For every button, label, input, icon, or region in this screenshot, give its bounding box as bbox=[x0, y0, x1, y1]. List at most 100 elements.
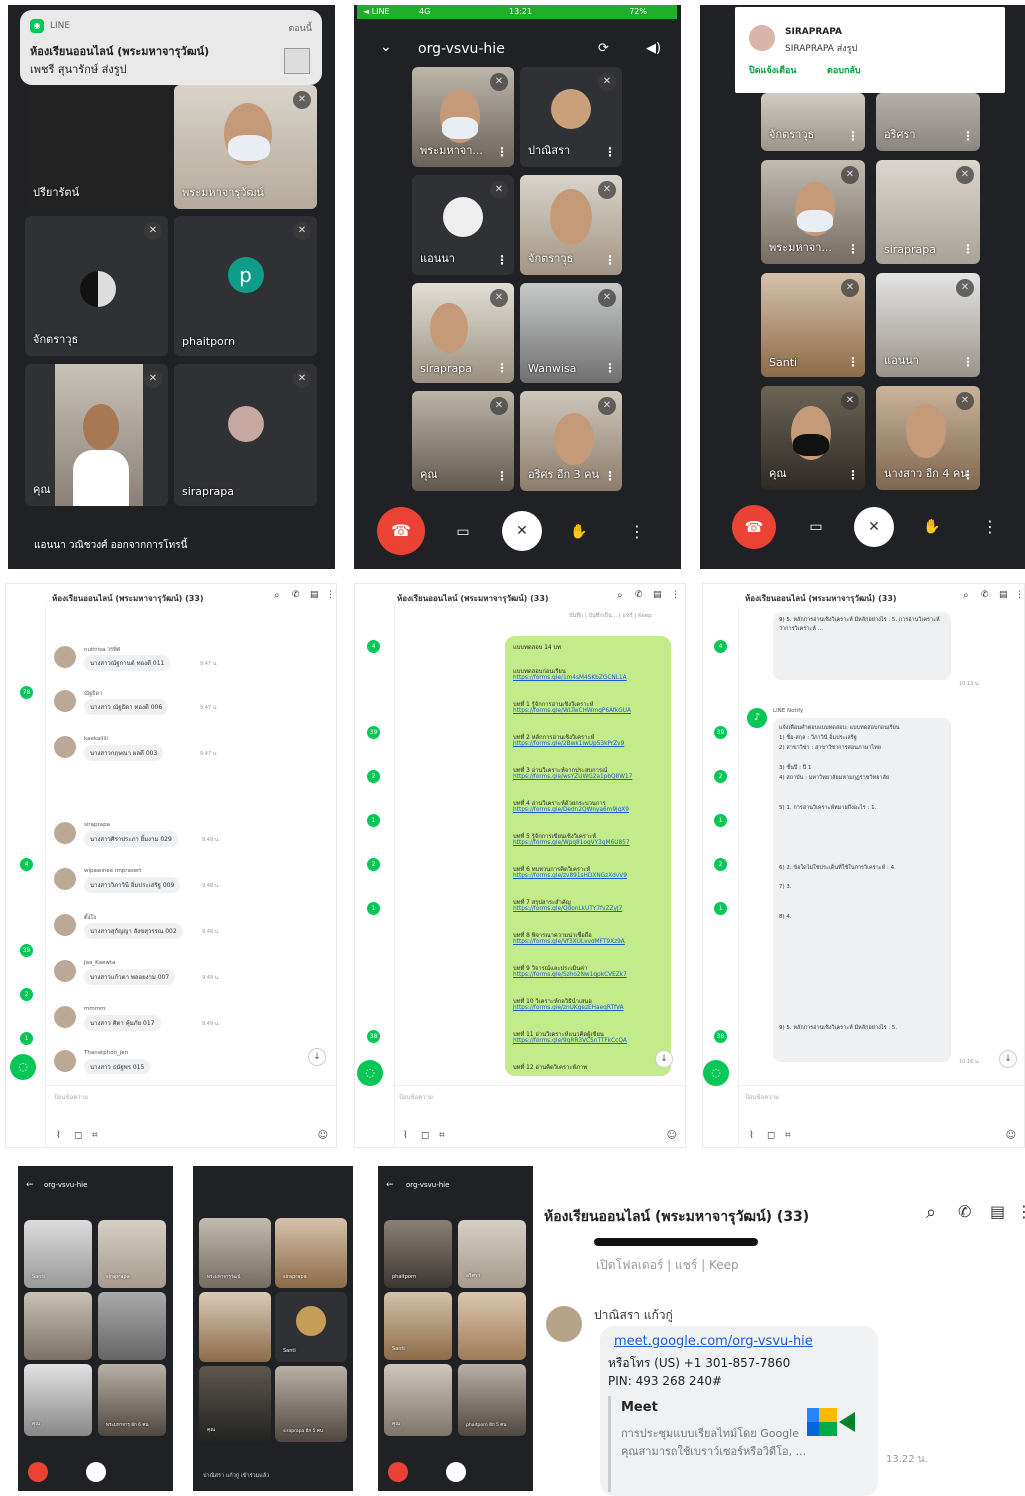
form-link[interactable]: https://forms.gle/2Bwk1iwUp53kPrZv9 bbox=[513, 741, 624, 747]
notes-icon[interactable]: ▤ bbox=[990, 1202, 1005, 1221]
notes-icon[interactable]: ▤ bbox=[999, 590, 1008, 600]
new-chat-button[interactable]: ◌ bbox=[10, 1054, 36, 1080]
emoji-icon[interactable]: ☺ bbox=[667, 1130, 677, 1141]
tile-p6-0[interactable]: phaitporn bbox=[384, 1220, 452, 1288]
tile-p6-1[interactable]: อริศรา bbox=[458, 1220, 526, 1288]
tile-p2-5[interactable]: ✕ Wanwisa ⋮ bbox=[520, 283, 622, 383]
tile-p4-5[interactable]: พระมหาจารุ อีก 6 คน bbox=[98, 1364, 166, 1436]
line-notification[interactable]: SIRAPRAPA SIRAPRAPA ส่งรูป ปิดแจ้งเตือน … bbox=[735, 7, 1005, 93]
meeting-code[interactable]: org-vsvu-hie bbox=[44, 1181, 87, 1189]
scroll-down-button[interactable]: ↓ bbox=[655, 1050, 673, 1068]
tile-p4-0[interactable]: Santi bbox=[24, 1220, 92, 1288]
tile-p1-5[interactable]: ✕ siraprapa bbox=[174, 364, 317, 506]
tile-p2-1[interactable]: ✕ ปาณิสรา ⋮ bbox=[520, 67, 622, 167]
tile-p2-3[interactable]: ✕ จักตราวุธ ⋮ bbox=[520, 175, 622, 275]
scroll-down-button[interactable]: ↓ bbox=[308, 1048, 326, 1066]
tile-p2-4[interactable]: ✕ siraprapa ⋮ bbox=[412, 283, 514, 383]
tile-p2-0[interactable]: ✕ พระมหาจา... ⋮ bbox=[412, 67, 514, 167]
emoji-icon[interactable]: ☺ bbox=[1006, 1130, 1016, 1141]
mic-off-button[interactable]: ✕ bbox=[502, 511, 542, 551]
form-link[interactable]: https://forms.gle/zv891sHDXNGzXdvV9 bbox=[513, 873, 627, 879]
tile-p6-5[interactable]: phaitporn อีก 5 คน bbox=[458, 1364, 526, 1436]
end-call-button[interactable]: ☎ bbox=[377, 507, 425, 555]
tile-p5-3[interactable]: Santi bbox=[275, 1292, 347, 1362]
tile-p3-6[interactable]: ✕ คุณ ⋮ bbox=[761, 386, 865, 490]
tile-p2-6[interactable]: ✕ คุณ ⋮ bbox=[412, 391, 514, 491]
tile-p3-0[interactable]: จักตราวุธ ⋮ bbox=[761, 93, 865, 151]
mic-off-button[interactable]: ✕ bbox=[854, 507, 894, 547]
switch-camera-icon[interactable]: ⟳ bbox=[598, 41, 609, 56]
crop-icon[interactable]: ⌗ bbox=[785, 1130, 791, 1141]
form-link[interactable]: https://forms.gle/Vf3XULvvdMFT9Xz9A bbox=[513, 939, 625, 945]
tile-p4-3[interactable] bbox=[98, 1292, 166, 1360]
form-link[interactable]: https://forms.gle/9gRR3VC5nTTFkCcQA bbox=[513, 1038, 627, 1044]
search-icon[interactable]: ⌕ bbox=[617, 590, 623, 601]
more-options-icon[interactable]: ⋮ bbox=[618, 513, 656, 551]
tile-p2-2[interactable]: ✕ แอนนา ⋮ bbox=[412, 175, 514, 275]
scroll-down-button[interactable]: ↓ bbox=[999, 1050, 1017, 1068]
search-icon[interactable]: ⌕ bbox=[274, 590, 280, 601]
menu-icon[interactable]: ⋮ bbox=[1016, 1202, 1025, 1221]
call-icon[interactable]: ✆ bbox=[981, 590, 989, 600]
form-link[interactable]: https://forms.gle/Szho2Nw1qpkCVEZk7 bbox=[513, 972, 627, 978]
speaker-icon[interactable]: ◀) bbox=[646, 41, 661, 56]
emoji-icon[interactable]: ☺ bbox=[318, 1130, 328, 1141]
tile-p1-0[interactable]: ปรียารัตน์ bbox=[25, 85, 168, 209]
raise-hand-icon[interactable]: ✋ bbox=[560, 513, 598, 551]
end-call-button[interactable]: ☎ bbox=[732, 505, 776, 549]
message-input[interactable]: ป้อนข้อความ bbox=[54, 1092, 88, 1102]
attach-icon[interactable]: ⌇ bbox=[56, 1130, 61, 1141]
notes-icon[interactable]: ▤ bbox=[653, 590, 662, 600]
link-preview-card[interactable]: Meet การประชุมแบบเรียลไทม์โดย Google คุณ… bbox=[608, 1396, 870, 1492]
tile-p3-5[interactable]: ✕ แอนนา ⋮ bbox=[876, 273, 980, 377]
camera-icon[interactable]: ▭ bbox=[444, 513, 482, 551]
form-link[interactable]: https://forms.gle/Wpq81oqVY3qM6U857 bbox=[513, 840, 630, 846]
form-link[interactable]: https://forms.gle/Dedn2QWnya6m9jgX9 bbox=[513, 807, 629, 813]
tile-p3-7[interactable]: ✕ นางสาว อีก 4 คน ⋮ bbox=[876, 386, 980, 490]
tile-p5-2[interactable] bbox=[199, 1292, 271, 1362]
tile-p3-2[interactable]: ✕ พระมหาจา... ⋮ bbox=[761, 160, 865, 264]
tile-p5-5[interactable]: siraprapa อีก 5 คน bbox=[275, 1366, 347, 1442]
tile-p5-1[interactable]: siraprapa bbox=[275, 1218, 347, 1288]
crop-icon[interactable]: ⌗ bbox=[92, 1130, 98, 1141]
menu-icon[interactable]: ⋮ bbox=[326, 590, 335, 600]
form-link[interactable]: https://forms.gle/WLTwCHWmqP6AfkGUA bbox=[513, 708, 631, 714]
tile-p6-3[interactable] bbox=[458, 1292, 526, 1360]
form-link[interactable]: https://forms.gle/znUKgezEHaeqRTfVA bbox=[513, 1005, 624, 1011]
tile-p4-2[interactable] bbox=[24, 1292, 92, 1360]
tile-p4-1[interactable]: siraprapa bbox=[98, 1220, 166, 1288]
new-chat-button[interactable]: ◌ bbox=[703, 1060, 729, 1086]
raise-hand-icon[interactable]: ✋ bbox=[914, 509, 950, 545]
meeting-code[interactable]: org-vsvu-hie bbox=[406, 1181, 449, 1189]
tile-p3-3[interactable]: ✕ siraprapa ⋮ bbox=[876, 160, 980, 264]
tile-p1-3[interactable]: p ✕ phaitporn bbox=[174, 216, 317, 356]
message-input[interactable]: ป้อนข้อความ bbox=[399, 1092, 433, 1102]
back-icon[interactable]: ← bbox=[386, 1180, 394, 1190]
more-options-icon[interactable]: ⋮ bbox=[972, 509, 1008, 545]
bookmark-icon[interactable]: ◻ bbox=[74, 1130, 82, 1141]
tile-p2-7[interactable]: ✕ อริศร อีก 3 คน ⋮ bbox=[520, 391, 622, 491]
tile-p3-1[interactable]: อริศรา ⋮ bbox=[876, 93, 980, 151]
menu-icon[interactable]: ⋮ bbox=[671, 590, 680, 600]
bookmark-icon[interactable]: ◻ bbox=[767, 1130, 775, 1141]
chevron-down-icon[interactable]: ⌄ bbox=[380, 39, 392, 55]
mute-notification-button[interactable]: ปิดแจ้งเตือน bbox=[749, 63, 797, 77]
end-call-button[interactable] bbox=[28, 1462, 48, 1482]
call-icon[interactable]: ✆ bbox=[958, 1202, 971, 1221]
tile-p1-2[interactable]: ✕ จักตราวุธ bbox=[25, 216, 168, 356]
message-input[interactable]: ป้อนข้อความ bbox=[745, 1092, 779, 1102]
form-link[interactable]: https://forms.gle/wsYZUWG2a1pbQ8W17 bbox=[513, 774, 632, 780]
line-notification[interactable]: ◉ LINE ตอนนี้ ห้องเรียนออนไลน์ (พระมหาจา… bbox=[20, 10, 322, 85]
tile-p6-4[interactable]: คุณ bbox=[384, 1364, 452, 1436]
mic-off-button[interactable] bbox=[86, 1462, 106, 1482]
call-icon[interactable]: ✆ bbox=[292, 590, 300, 600]
form-link[interactable]: https://forms.gle/QdonLkUTY7fvZZyJ7 bbox=[513, 906, 622, 912]
notes-icon[interactable]: ▤ bbox=[310, 590, 319, 600]
menu-icon[interactable]: ⋮ bbox=[1015, 590, 1024, 600]
tile-p3-4[interactable]: ✕ Santi ⋮ bbox=[761, 273, 865, 377]
meeting-code[interactable]: org-vsvu-hie bbox=[418, 41, 505, 57]
end-call-button[interactable] bbox=[388, 1462, 408, 1482]
tile-p6-2[interactable]: Santi bbox=[384, 1292, 452, 1360]
tile-p1-1[interactable]: ✕ พระมหาจารุวัฒน์ bbox=[174, 85, 317, 209]
tile-p5-4[interactable]: คุณ bbox=[199, 1366, 271, 1442]
